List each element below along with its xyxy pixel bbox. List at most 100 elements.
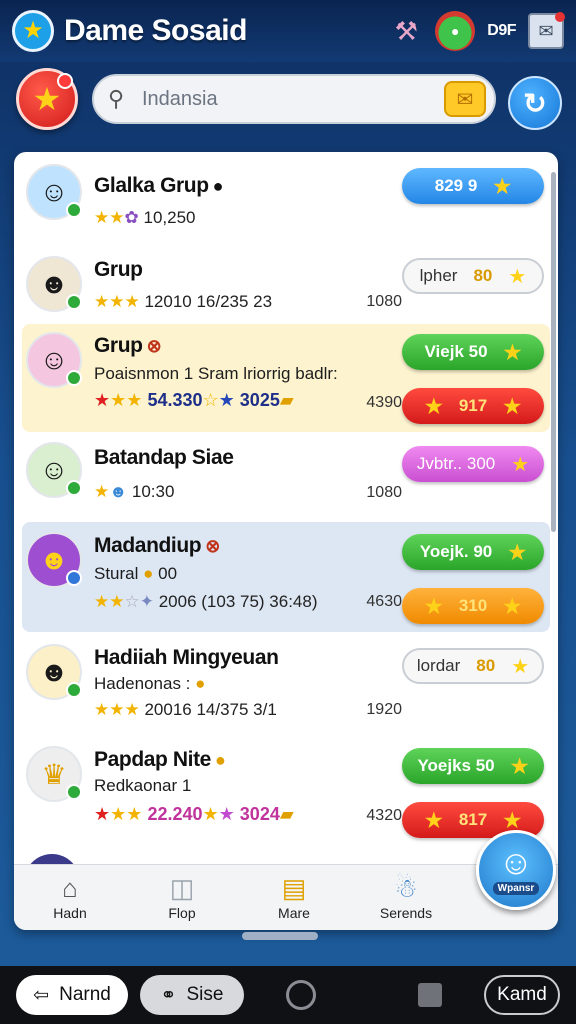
group-subtitle: Redkaonar 1 bbox=[94, 776, 192, 795]
favorites-button[interactable]: ★ bbox=[16, 68, 78, 130]
profile-button[interactable]: ☺ Wpansr bbox=[476, 830, 556, 910]
back-button[interactable]: ⇦ Narnd bbox=[16, 975, 128, 1015]
search-icon: ⚲ bbox=[108, 86, 125, 111]
inbox-icon[interactable]: ✉ bbox=[528, 12, 565, 49]
group-stats: ★★★ 20016 14/375 3/1 bbox=[94, 700, 277, 719]
group-title: Madandiup ⊗ bbox=[94, 534, 220, 557]
list-item[interactable]: ☺ Batandap Siae ★☻ 10:30 1080 Jvbtr.. 30… bbox=[22, 434, 550, 522]
group-title: Glalka Grup ● bbox=[94, 174, 224, 197]
online-status-icon bbox=[66, 202, 82, 218]
system-nav-bar: ⇦ Narnd ⚭ Sise Kamd bbox=[0, 966, 576, 1024]
group-action-button[interactable]: Yoejks 50 ★ bbox=[402, 748, 544, 784]
group-list-panel: ☺ Glalka Grup ● ★★✿ 10,250 829 9 ★ ☻ Grup … bbox=[14, 152, 558, 930]
group-stats: ★★★ 54.330☆★ 3025▰ bbox=[94, 390, 294, 410]
star-badge-icon[interactable]: ★ bbox=[12, 10, 54, 52]
group-title: Batandap Siae bbox=[94, 446, 234, 469]
friends-icon: ☃ bbox=[394, 872, 418, 903]
kids-avatar-icon: ☺ bbox=[26, 332, 82, 388]
home-indicator[interactable] bbox=[242, 932, 318, 940]
group-count: 4630 bbox=[366, 593, 402, 610]
group-reward-button[interactable]: ★ 310 ★ bbox=[402, 588, 544, 624]
coin-icon: ● bbox=[214, 750, 226, 770]
profile-label: Wpansr bbox=[492, 881, 540, 895]
top-label: D9F bbox=[487, 22, 516, 39]
cat-avatar-icon: ☻ bbox=[26, 644, 82, 700]
back-arrow-icon: ⇦ bbox=[33, 984, 50, 1006]
boy-avatar-icon: ☺ bbox=[498, 843, 534, 882]
boy-avatar-icon: ☺ bbox=[26, 164, 82, 220]
online-status-icon bbox=[66, 294, 82, 310]
group-title: Papdap Nite ● bbox=[94, 748, 226, 771]
home-circle-icon[interactable] bbox=[286, 980, 316, 1010]
list-item[interactable]: ☺ Glalka Grup ● ★★✿ 10,250 829 9 ★ bbox=[22, 158, 550, 254]
group-title: Grup ⊗ bbox=[94, 334, 162, 357]
list-item[interactable]: ♛ Papdap Nite ● Redkaonar 1 ★★★ 22.240★★ … bbox=[22, 738, 550, 848]
chef-hat-avatar-icon: ♛ bbox=[26, 746, 82, 802]
ticket-icon[interactable]: ✉ bbox=[444, 81, 486, 117]
list-item[interactable]: ☻ Hadiiah Mingyeuan Hadenonas : ● ★★★ 20… bbox=[22, 636, 550, 732]
link-icon: ⚭ bbox=[160, 984, 177, 1006]
tab-label: Serends bbox=[379, 904, 433, 921]
app-title: Dame Sosaid bbox=[64, 14, 247, 47]
search-row: ★ ⚲ ✉ ↻ bbox=[0, 68, 576, 132]
tab-home[interactable]: ⌂ Hadn bbox=[14, 865, 126, 930]
side-label: Sise bbox=[186, 984, 224, 1005]
group-count: 4390 bbox=[366, 394, 402, 411]
refresh-button[interactable]: ↻ bbox=[508, 76, 562, 130]
group-count: 4320 bbox=[366, 807, 402, 824]
group-action-button[interactable]: Jvbtr.. 300 ★ bbox=[402, 446, 544, 482]
ball-icon: ⊗ bbox=[146, 336, 162, 356]
frog-avatar-icon[interactable]: ● bbox=[435, 11, 476, 51]
list-item[interactable]: ☻ Madandiup ⊗ Stural ● 00 ★★☆✦ 2006 (103 … bbox=[22, 522, 550, 632]
search-input[interactable] bbox=[142, 87, 444, 111]
group-count: 1920 bbox=[366, 701, 402, 718]
refresh-icon: ↻ bbox=[523, 87, 547, 119]
avatar bbox=[24, 854, 80, 864]
group-title: Grup bbox=[94, 258, 143, 281]
top-icons: ⚒ ● D9F ✉ bbox=[389, 11, 565, 51]
home-icon: ⌂ bbox=[62, 872, 78, 903]
group-action-button[interactable]: Yoejk. 90 ★ bbox=[402, 534, 544, 570]
tab-label: Flop bbox=[168, 904, 196, 921]
star-icon: ★ bbox=[32, 81, 62, 117]
group-subtitle: Stural ● 00 bbox=[94, 564, 178, 583]
tab-flop[interactable]: ◫ Flop bbox=[126, 865, 238, 930]
recents-square-icon[interactable] bbox=[418, 983, 442, 1007]
globe-icon: ● bbox=[212, 176, 224, 196]
group-subtitle: Hadenonas : ● bbox=[94, 674, 206, 693]
search-bar[interactable]: ⚲ ✉ bbox=[92, 74, 496, 124]
ball-icon: ⊗ bbox=[205, 536, 220, 556]
cat-avatar-icon: ☻ bbox=[26, 256, 82, 312]
group-action-button[interactable]: lordar 80 ★ bbox=[402, 648, 544, 684]
group-stats: ★☻ 10:30 bbox=[94, 482, 175, 501]
group-count: 1080 bbox=[366, 484, 402, 501]
tab-label: Mare bbox=[278, 904, 310, 921]
right-nav-button[interactable]: Kamd bbox=[484, 975, 560, 1015]
group-stats: ★★✿ 10,250 bbox=[94, 208, 196, 227]
list-item[interactable]: ☻ Grup ★★★ 12010 16/235 23 1080 lpher 80 ★ bbox=[22, 248, 550, 320]
group-stats: ★★★ 12010 16/235 23 bbox=[94, 292, 273, 311]
list-item[interactable]: ☺ Grup ⊗ Poaisnmon 1 Sram lriorrig badlr:… bbox=[22, 324, 550, 432]
group-title: Hadiiah Mingyeuan bbox=[94, 646, 279, 669]
cup-icon: ◫ bbox=[169, 872, 195, 903]
back-label: Narnd bbox=[59, 984, 111, 1005]
group-list[interactable]: ☺ Glalka Grup ● ★★✿ 10,250 829 9 ★ ☻ Grup … bbox=[14, 152, 558, 864]
side-button[interactable]: ⚭ Sise bbox=[140, 975, 244, 1015]
tab-mare[interactable]: ▤ Mare bbox=[238, 865, 350, 930]
group-stats: ★★★ 22.240★★ 3024▰ bbox=[94, 804, 294, 824]
status-icon bbox=[66, 570, 82, 586]
group-action-button[interactable]: Viejk 50 ★ bbox=[402, 334, 544, 370]
group-action-button[interactable]: lpher 80 ★ bbox=[402, 258, 544, 294]
online-status-icon bbox=[66, 784, 82, 800]
hammer-icon[interactable]: ⚒ bbox=[389, 14, 423, 48]
right-label: Kamd bbox=[497, 984, 547, 1005]
group-stats: ★★☆✦ 2006 (103 75) 36:48) bbox=[94, 592, 318, 611]
tab-serends[interactable]: ☃ Serends bbox=[350, 865, 462, 930]
boy-avatar-icon: ☺ bbox=[26, 442, 82, 498]
top-app-bar: ★ Dame Sosaid ⚒ ● D9F ✉ bbox=[0, 0, 576, 62]
group-reward-button[interactable]: ★ 917 ★ bbox=[402, 388, 544, 424]
group-action-button[interactable]: 829 9 ★ bbox=[402, 168, 544, 204]
online-status-icon bbox=[66, 370, 82, 386]
scrollbar[interactable] bbox=[551, 172, 556, 532]
online-status-icon bbox=[66, 682, 82, 698]
